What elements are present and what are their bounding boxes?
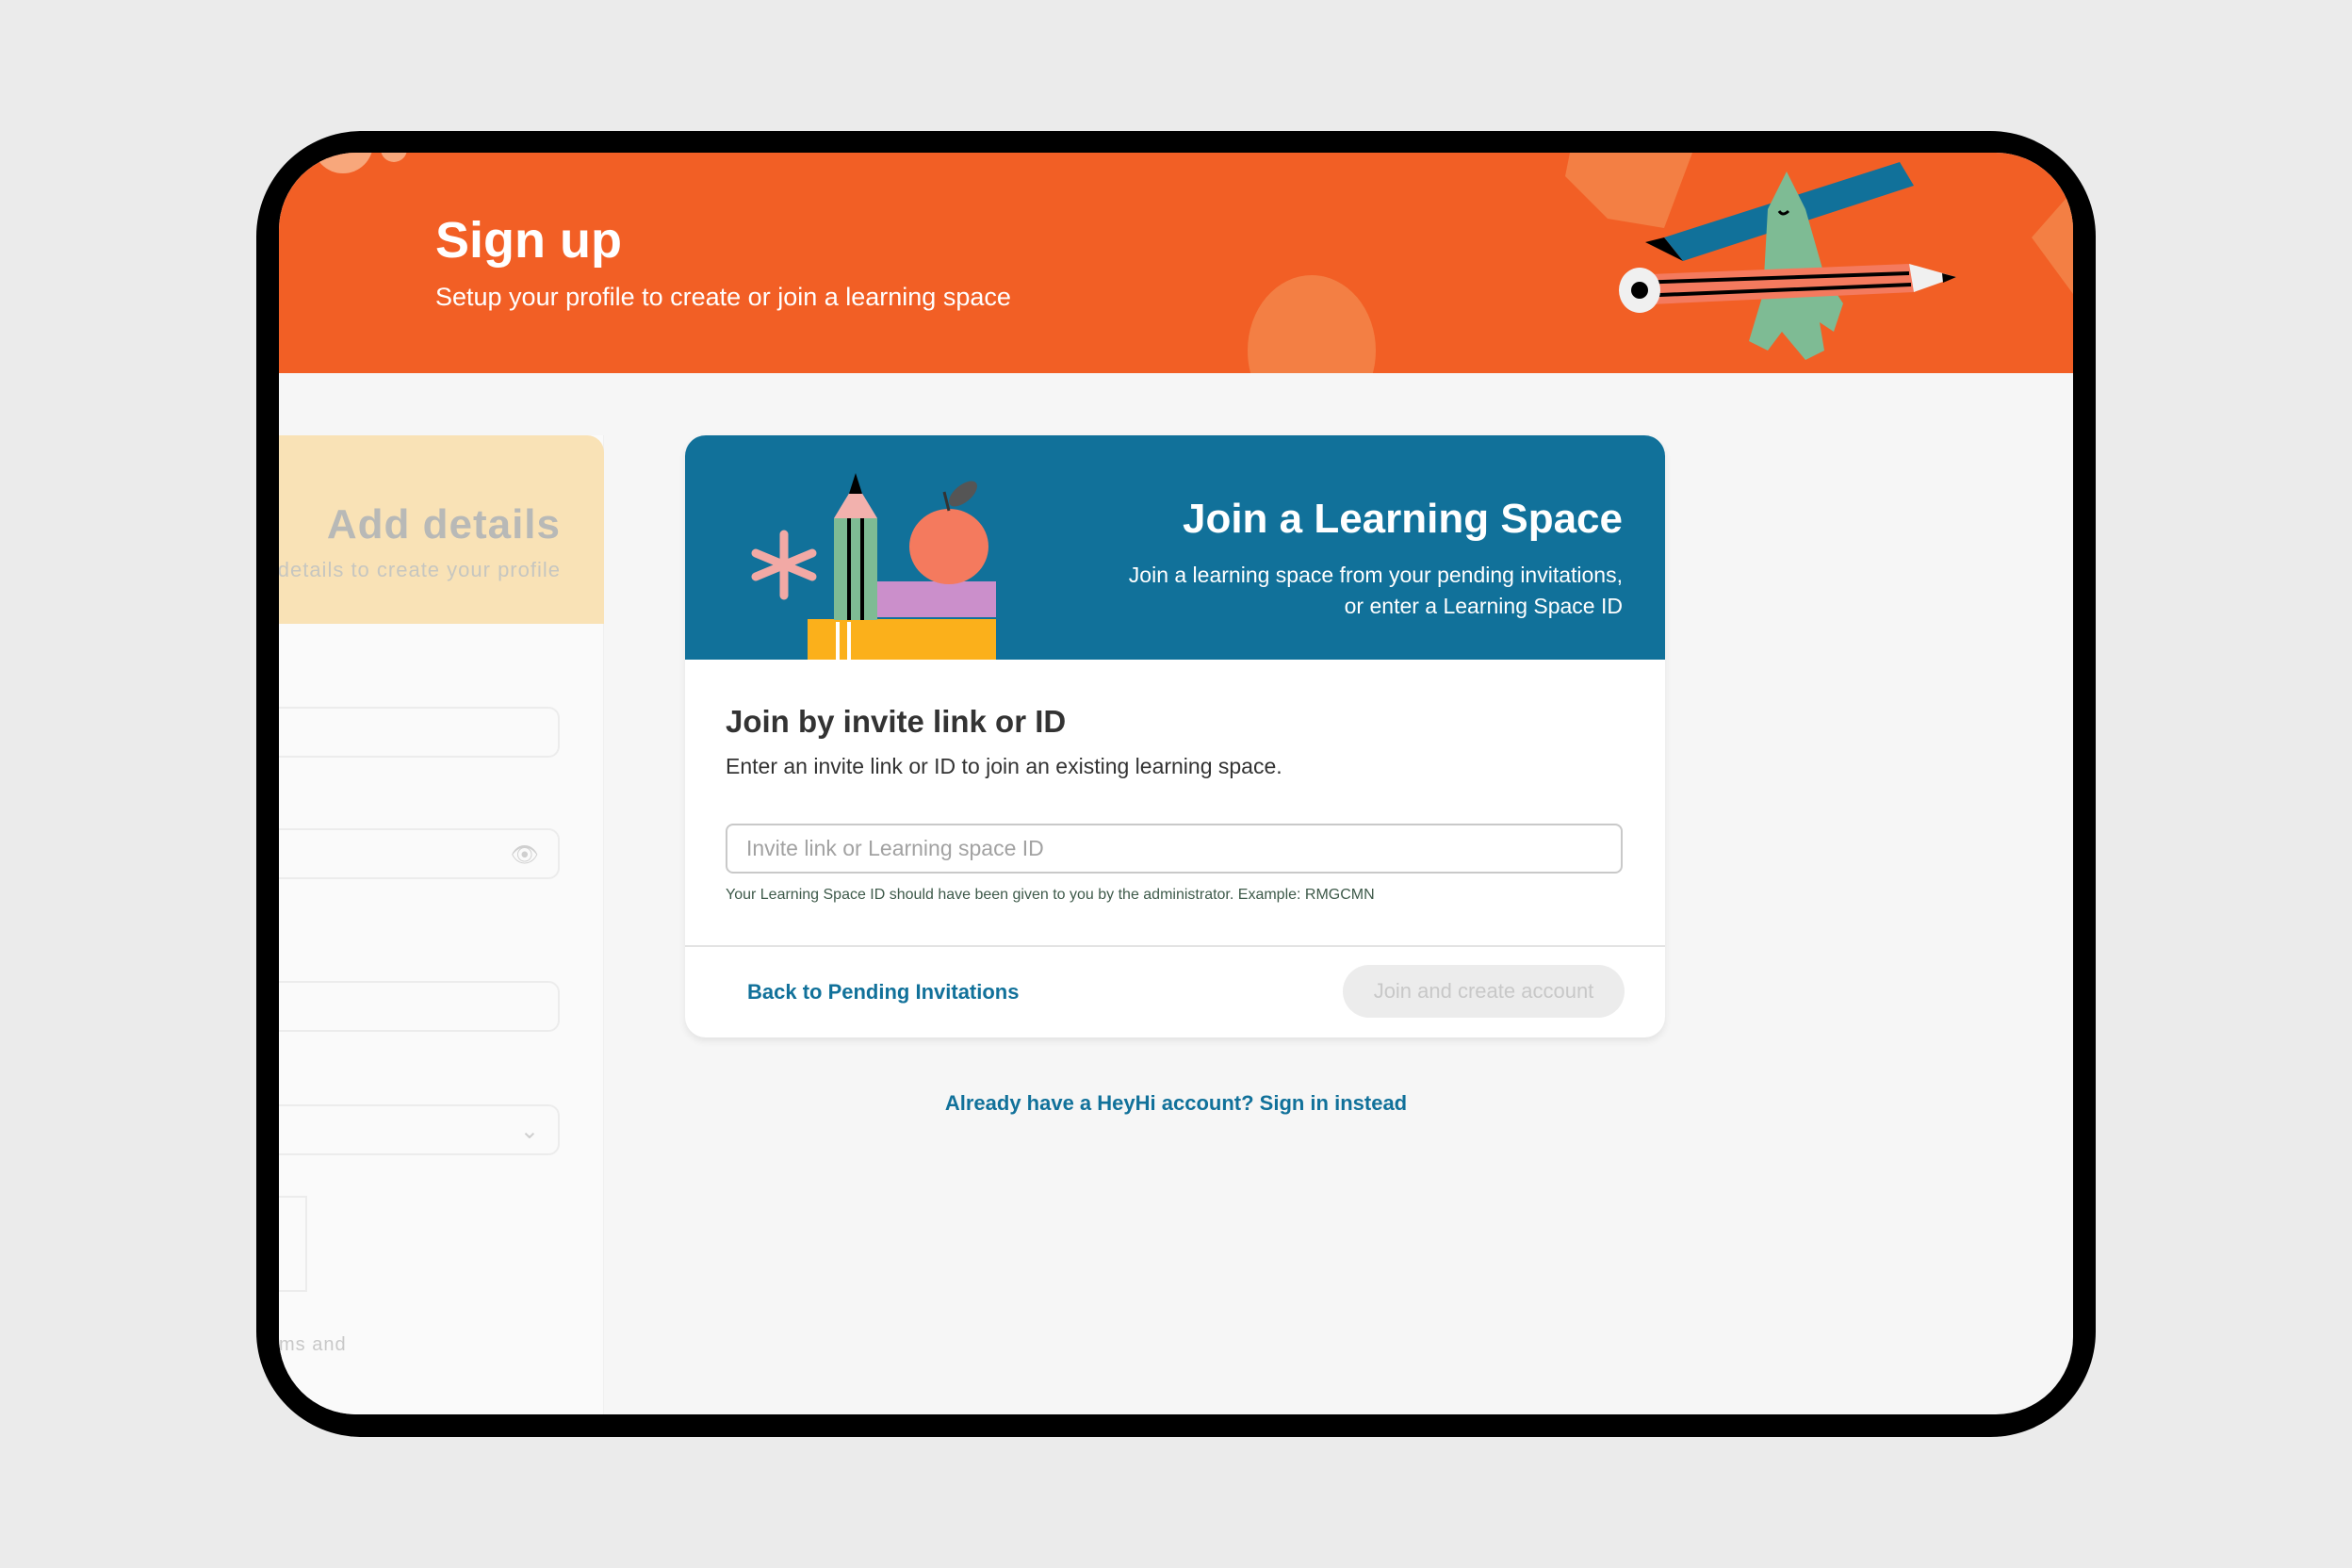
add-details-panel: Add details details to create your profi…	[279, 435, 604, 1414]
terms-text: ms and	[279, 1334, 347, 1355]
school-supplies-illustration	[751, 473, 996, 660]
checkbox-card[interactable]	[279, 1196, 307, 1292]
text-field[interactable]	[279, 981, 560, 1032]
join-learning-space-card: Join a Learning Space Join a learning sp…	[685, 435, 1665, 1037]
add-details-subtitle: details to create your profile	[279, 558, 561, 581]
banner-subtitle: Join a learning space from your pending …	[1129, 560, 1623, 622]
section-description: Enter an invite link or ID to join an ex…	[726, 754, 1282, 778]
password-field[interactable]: 👁	[279, 828, 560, 879]
divider	[685, 945, 1665, 947]
page-header: Sign up Setup your profile to create or …	[279, 153, 2073, 373]
banner-subtitle-line: Join a learning space from your pending …	[1128, 563, 1623, 587]
signin-row: Already have a HeyHi account? Sign in in…	[279, 1091, 2073, 1116]
chevron-down-icon: ⌄	[519, 1119, 539, 1144]
card-banner: Join a Learning Space Join a learning sp…	[685, 435, 1665, 660]
page-subtitle: Setup your profile to create or join a l…	[435, 283, 1011, 311]
text-field[interactable]	[279, 707, 560, 758]
app-screen: Sign up Setup your profile to create or …	[279, 153, 2073, 1414]
add-details-title: Add details	[326, 501, 561, 547]
input-hint: Your Learning Space ID should have been …	[726, 887, 1375, 903]
invite-link-input[interactable]	[726, 824, 1623, 874]
eye-icon[interactable]: 👁	[511, 841, 539, 869]
page-title: Sign up	[435, 212, 622, 269]
join-and-create-account-button[interactable]: Join and create account	[1343, 965, 1625, 1018]
sign-in-instead-link[interactable]: Already have a HeyHi account? Sign in in…	[945, 1091, 1407, 1115]
banner-subtitle-line: or enter a Learning Space ID	[1344, 594, 1623, 618]
add-details-header: Add details details to create your profi…	[279, 435, 604, 624]
banner-title: Join a Learning Space	[1182, 496, 1623, 542]
section-heading: Join by invite link or ID	[726, 704, 1067, 739]
back-to-pending-invitations-link[interactable]: Back to Pending Invitations	[747, 980, 1019, 1004]
